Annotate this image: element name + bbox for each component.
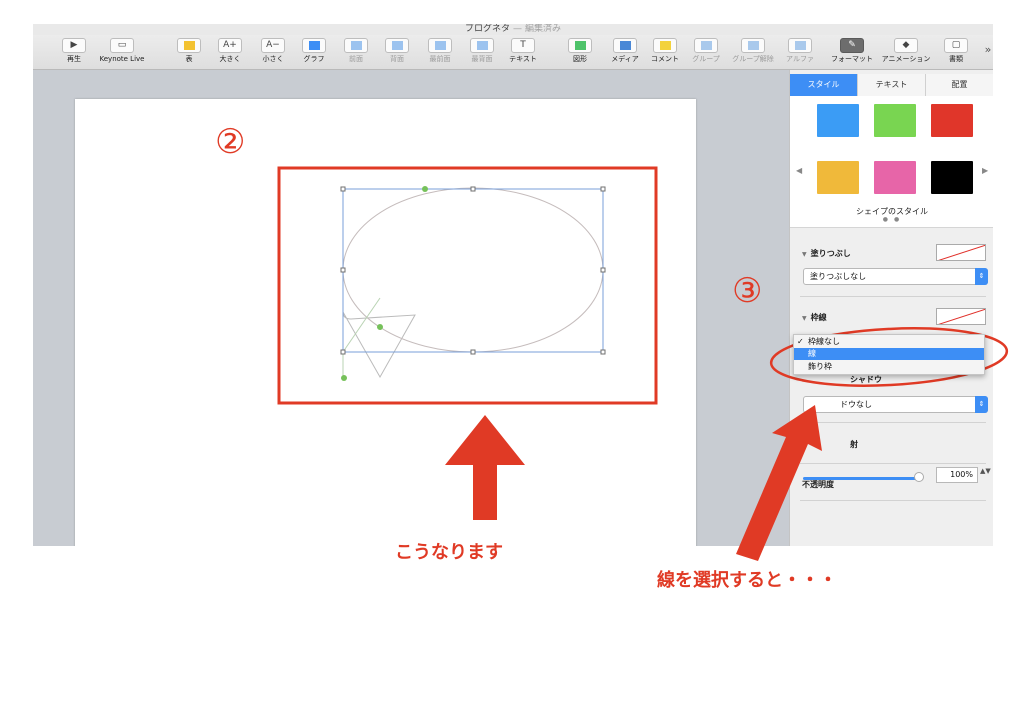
result-caption: こうなります <box>395 542 503 563</box>
diagonal-arrow <box>736 405 822 561</box>
step-3-marker: ③ <box>732 271 763 311</box>
step-2-marker: ② <box>215 122 246 162</box>
highlight-rectangle <box>277 166 658 405</box>
checkmark-icon: ✓ <box>797 337 804 346</box>
stroke-type-menu: ✓ 枠線なし 線 飾り枠 <box>793 334 985 375</box>
menu-item-label: 枠線なし <box>808 337 840 346</box>
up-arrow <box>445 415 525 520</box>
select-line-caption: 線を選択すると・・・ <box>657 570 837 591</box>
screenshot-stage: ブログネタ — 編集済み ▶ 再生 ▭ Keynote Live 表 A+ 大きく A− 小… <box>0 0 1024 705</box>
menu-item-no-stroke[interactable]: ✓ 枠線なし <box>794 336 984 348</box>
menu-item-label: 線 <box>808 349 816 358</box>
menu-item-picture-frame[interactable]: 飾り枠 <box>794 361 984 373</box>
menu-item-label: 飾り枠 <box>808 362 832 371</box>
menu-item-line[interactable]: 線 <box>794 348 984 360</box>
